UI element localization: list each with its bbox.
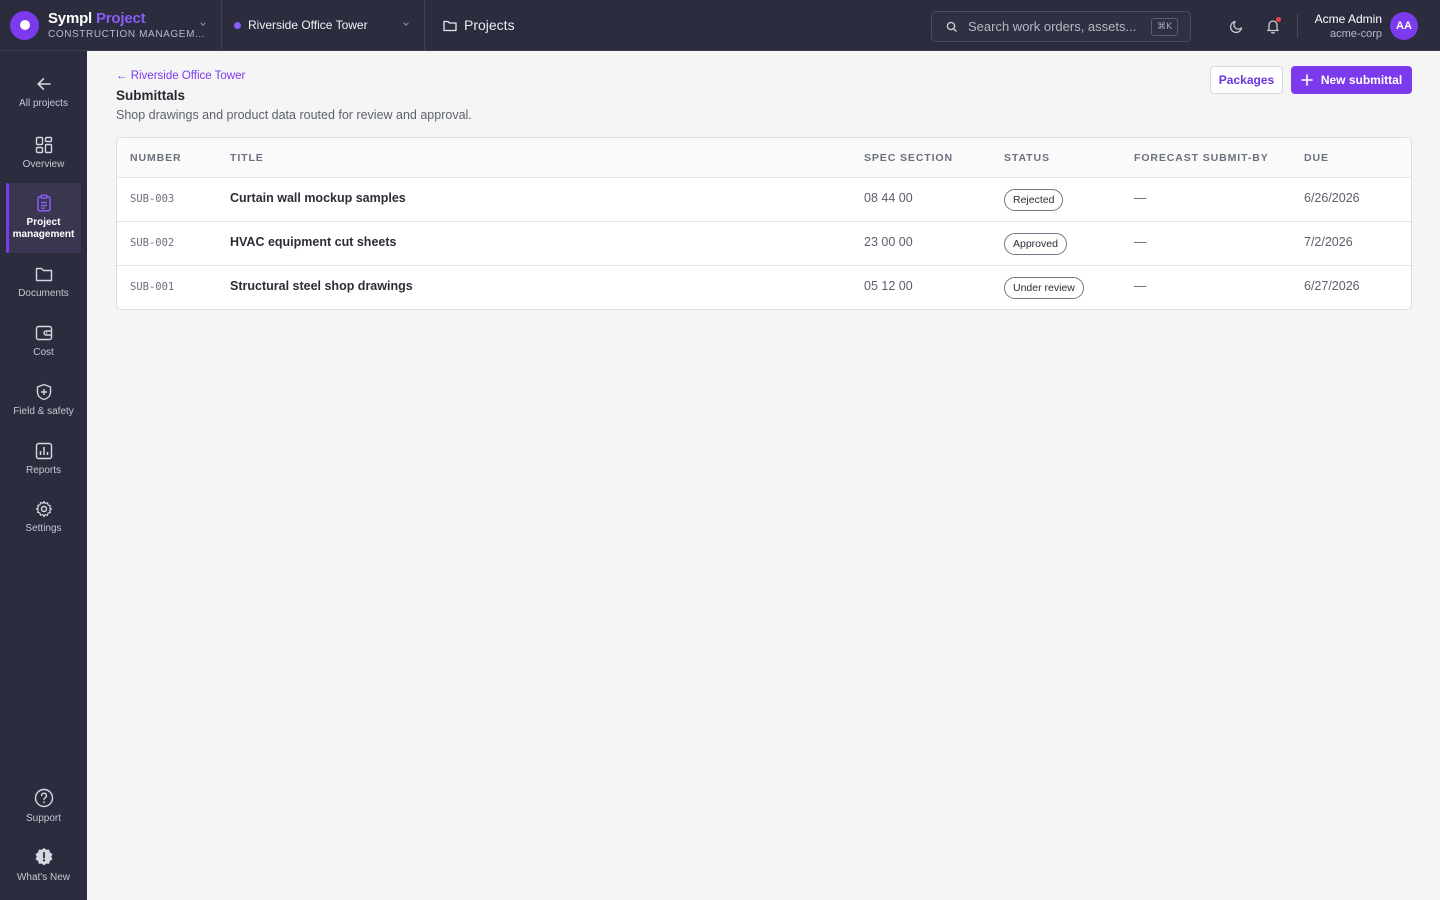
sidebar-item-label: Settings xyxy=(25,523,62,534)
notifications-button[interactable] xyxy=(1263,16,1283,36)
sidebar-item-cost[interactable]: Cost xyxy=(6,324,81,366)
project-selector-label: Riverside Office Tower xyxy=(248,18,368,32)
arrow-left-icon xyxy=(36,78,51,90)
gear-icon xyxy=(35,500,52,518)
due-date: 6/27/2026 xyxy=(1304,279,1360,293)
brand-text: Sympl Project CONSTRUCTION MANAGEM... xyxy=(48,11,205,40)
bar-chart-icon xyxy=(35,442,52,460)
sidebar-item-label: Reports xyxy=(25,465,61,476)
status-badge: Rejected xyxy=(1004,189,1064,211)
global-search[interactable]: ⌘K xyxy=(931,11,1191,42)
forecast-submit-by: — xyxy=(1134,235,1147,249)
chevron-down-icon xyxy=(403,21,409,26)
due-date: 6/26/2026 xyxy=(1304,191,1360,205)
shield-plus-icon xyxy=(36,383,51,401)
table-row[interactable]: SUB-001 Structural steel shop drawings 0… xyxy=(117,266,1411,309)
brand-name: Sympl Project xyxy=(48,11,205,26)
sidebar: All projects Overview Project management… xyxy=(0,51,87,900)
column-header-title[interactable]: TITLE xyxy=(230,152,264,164)
table-header: NUMBER TITLE SPEC SECTION STATUS FORECAS… xyxy=(117,138,1411,178)
sidebar-item-documents[interactable]: Documents xyxy=(6,265,81,307)
brand-switcher[interactable]: Sympl Project CONSTRUCTION MANAGEM... xyxy=(0,0,222,51)
brand-logo-icon xyxy=(10,10,39,40)
new-submittal-button[interactable]: New submittal xyxy=(1291,66,1412,94)
status-badge: Under review xyxy=(1004,277,1084,299)
column-header-forecast[interactable]: FORECAST SUBMIT-BY xyxy=(1134,152,1269,164)
table-row[interactable]: SUB-002 HVAC equipment cut sheets 23 00 … xyxy=(117,222,1411,266)
sidebar-item-overview[interactable]: Overview xyxy=(6,136,81,178)
avatar: AA xyxy=(1390,12,1418,40)
sidebar-item-label: Documents xyxy=(18,288,69,299)
sidebar-item-all-projects[interactable]: All projects xyxy=(6,75,81,117)
sidebar-item-label: Support xyxy=(25,813,62,824)
chevron-down-icon xyxy=(200,21,206,26)
search-input[interactable] xyxy=(968,19,1148,34)
submittal-title[interactable]: Structural steel shop drawings xyxy=(230,279,413,293)
submittal-title[interactable]: Curtain wall mockup samples xyxy=(230,191,406,205)
sidebar-item-label: What's New xyxy=(16,872,71,883)
project-status-dot xyxy=(234,21,241,29)
packages-button[interactable]: Packages xyxy=(1210,66,1283,94)
page-description: Shop drawings and product data routed fo… xyxy=(116,108,472,122)
submittal-title[interactable]: HVAC equipment cut sheets xyxy=(230,235,396,249)
sidebar-item-field-safety[interactable]: Field & safety xyxy=(6,383,81,425)
column-header-number[interactable]: NUMBER xyxy=(130,152,181,164)
submittal-number: SUB-003 xyxy=(130,193,175,205)
spec-section: 23 00 00 xyxy=(864,235,913,249)
column-header-spec-section[interactable]: SPEC SECTION xyxy=(864,152,953,164)
header-breadcrumb-label: Projects xyxy=(464,17,515,33)
sidebar-item-label: Project management xyxy=(12,217,75,240)
sidebar-item-label: Cost xyxy=(33,347,54,358)
wallet-icon xyxy=(35,325,52,341)
top-bar: Sympl Project CONSTRUCTION MANAGEM... Ri… xyxy=(0,0,1440,51)
user-menu[interactable]: Acme Admin acme-corp AA xyxy=(1300,0,1440,51)
folder-icon xyxy=(443,20,457,31)
user-name: Acme Admin xyxy=(1314,12,1382,26)
plus-icon xyxy=(1301,74,1313,86)
search-shortcut-hint: ⌘K xyxy=(1151,18,1178,36)
project-selector[interactable]: Riverside Office Tower xyxy=(222,0,425,51)
due-date: 7/2/2026 xyxy=(1304,235,1353,249)
search-icon xyxy=(946,21,957,32)
moon-icon xyxy=(1229,20,1243,34)
status-badge: Approved xyxy=(1004,233,1067,255)
forecast-submit-by: — xyxy=(1134,191,1147,205)
back-to-project-link[interactable]: ← Riverside Office Tower xyxy=(116,70,245,82)
spec-section: 08 44 00 xyxy=(864,191,913,205)
header-breadcrumb[interactable]: Projects xyxy=(443,17,515,33)
notification-dot xyxy=(1276,17,1281,22)
theme-toggle-button[interactable] xyxy=(1227,16,1247,36)
sidebar-item-label: All projects xyxy=(19,98,68,109)
forecast-submit-by: — xyxy=(1134,279,1147,293)
submittal-number: SUB-001 xyxy=(130,281,175,293)
submittal-number: SUB-002 xyxy=(130,237,175,249)
submittals-table: NUMBER TITLE SPEC SECTION STATUS FORECAS… xyxy=(116,137,1412,310)
sidebar-item-reports[interactable]: Reports xyxy=(6,442,81,484)
help-circle-icon xyxy=(34,788,53,808)
folder-icon xyxy=(35,267,52,282)
sidebar-item-whats-new[interactable]: What's New xyxy=(6,847,81,889)
column-header-due[interactable]: DUE xyxy=(1304,152,1329,164)
header-divider xyxy=(1297,14,1298,38)
sidebar-item-settings[interactable]: Settings xyxy=(6,500,81,542)
grid-icon xyxy=(35,136,52,154)
sidebar-item-project-management[interactable]: Project management xyxy=(6,183,81,253)
spec-section: 05 12 00 xyxy=(864,279,913,293)
column-header-status[interactable]: STATUS xyxy=(1004,152,1050,164)
clipboard-icon xyxy=(36,194,51,212)
user-org: acme-corp xyxy=(1330,28,1382,40)
sidebar-item-label: Overview xyxy=(22,159,65,170)
sidebar-item-label: Field & safety xyxy=(13,406,74,417)
page-title: Submittals xyxy=(116,88,186,103)
brand-name-primary: Sympl xyxy=(48,9,93,27)
badge-alert-icon xyxy=(35,848,52,866)
table-row[interactable]: SUB-003 Curtain wall mockup samples 08 4… xyxy=(117,178,1411,222)
brand-name-accent: Project xyxy=(95,9,146,27)
sidebar-item-support[interactable]: Support xyxy=(6,788,81,830)
brand-subtitle: CONSTRUCTION MANAGEM... xyxy=(48,28,206,40)
new-submittal-label: New submittal xyxy=(1320,73,1403,87)
